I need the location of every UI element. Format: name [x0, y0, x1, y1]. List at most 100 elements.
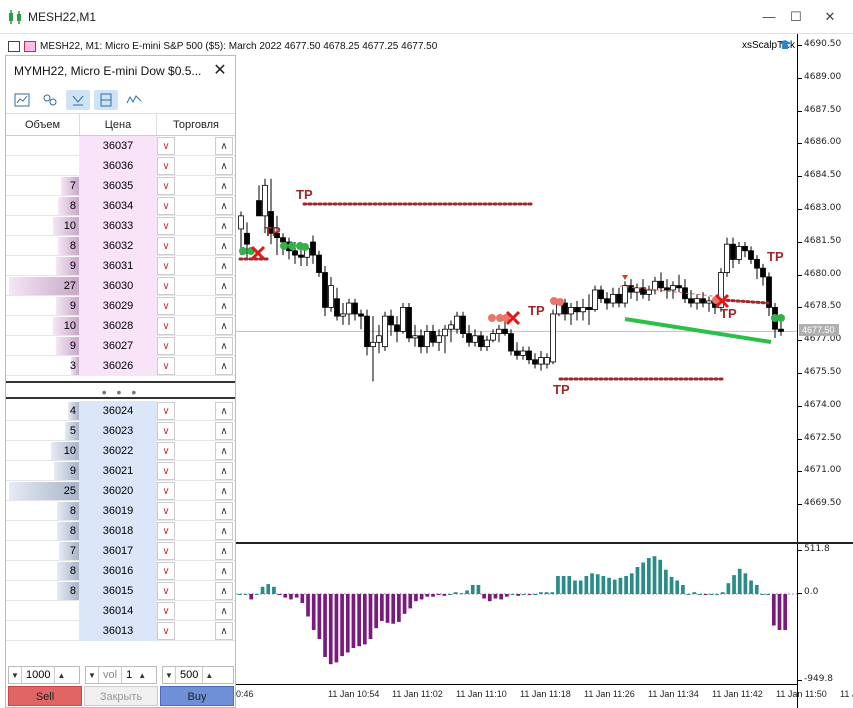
buy-arrow-icon[interactable]: ∧	[215, 277, 233, 295]
buy-arrow-icon[interactable]: ∧	[215, 317, 233, 335]
buy-arrow-icon[interactable]: ∧	[215, 337, 233, 355]
sell-arrow-icon[interactable]: ∨	[157, 502, 175, 520]
decrease-icon[interactable]: ▼	[86, 671, 98, 680]
sell-arrow-icon[interactable]: ∨	[157, 197, 175, 215]
sell-arrow-icon[interactable]: ∨	[157, 622, 175, 640]
settings-icon[interactable]	[38, 90, 62, 110]
depth-chart-icon[interactable]	[122, 90, 146, 110]
quantity-stepper[interactable]: ▼ 500 ▲	[162, 666, 234, 684]
buy-arrow-icon[interactable]: ∧	[215, 502, 233, 520]
price-cell[interactable]: 36034	[79, 196, 157, 216]
price-cell[interactable]: 36020	[79, 481, 157, 501]
sell-arrow-icon[interactable]: ∨	[157, 257, 175, 275]
order-cell[interactable]	[175, 501, 215, 520]
sell-arrow-icon[interactable]: ∨	[157, 357, 175, 375]
order-cell[interactable]	[175, 276, 215, 295]
price-cell[interactable]: 36023	[79, 421, 157, 441]
price-cell[interactable]: 36031	[79, 256, 157, 276]
sell-arrow-icon[interactable]: ∨	[157, 177, 175, 195]
buy-arrow-icon[interactable]: ∧	[215, 582, 233, 600]
order-cell[interactable]	[175, 156, 215, 175]
order-cell[interactable]	[175, 461, 215, 480]
order-cell[interactable]	[175, 196, 215, 215]
order-cell[interactable]	[175, 216, 215, 235]
price-cell[interactable]: 36014	[79, 601, 157, 621]
sell-arrow-icon[interactable]: ∨	[157, 317, 175, 335]
order-cell[interactable]	[175, 401, 215, 420]
buy-arrow-icon[interactable]: ∧	[215, 622, 233, 640]
decrease-icon[interactable]: ▼	[163, 671, 175, 680]
increase-icon[interactable]: ▲	[55, 671, 67, 680]
sell-arrow-icon[interactable]: ∨	[157, 482, 175, 500]
buy-arrow-icon[interactable]: ∧	[215, 482, 233, 500]
order-cell[interactable]	[175, 316, 215, 335]
price-cell[interactable]: 36016	[79, 561, 157, 581]
decrease-icon[interactable]: ▼	[9, 671, 21, 680]
lot-stepper[interactable]: ▼ 1000 ▲	[8, 666, 80, 684]
price-cell[interactable]: 36017	[79, 541, 157, 561]
buy-arrow-icon[interactable]: ∧	[215, 197, 233, 215]
buy-arrow-icon[interactable]: ∧	[215, 217, 233, 235]
increase-icon[interactable]: ▲	[203, 671, 215, 680]
buy-button[interactable]: Buy	[160, 686, 234, 706]
sell-arrow-icon[interactable]: ∨	[157, 157, 175, 175]
chart-icon[interactable]	[10, 90, 34, 110]
volume-value[interactable]: 1	[122, 667, 136, 683]
order-cell[interactable]	[175, 296, 215, 315]
sell-arrow-icon[interactable]: ∨	[157, 402, 175, 420]
quantity-value[interactable]: 500	[175, 667, 204, 683]
price-cell[interactable]: 36035	[79, 176, 157, 196]
buy-arrow-icon[interactable]: ∧	[215, 462, 233, 480]
sell-arrow-icon[interactable]: ∨	[157, 542, 175, 560]
price-cell[interactable]: 36029	[79, 296, 157, 316]
order-cell[interactable]	[175, 581, 215, 600]
sell-arrow-icon[interactable]: ∨	[157, 277, 175, 295]
buy-arrow-icon[interactable]: ∧	[215, 177, 233, 195]
buy-arrow-icon[interactable]: ∧	[215, 442, 233, 460]
buy-arrow-icon[interactable]: ∧	[215, 602, 233, 620]
close-position-button[interactable]: Закрыть	[84, 686, 158, 706]
sell-arrow-icon[interactable]: ∨	[157, 422, 175, 440]
price-cell[interactable]: 36027	[79, 336, 157, 356]
order-cell[interactable]	[175, 561, 215, 580]
dom-close-button[interactable]: ✕	[211, 60, 229, 80]
order-cell[interactable]	[175, 421, 215, 440]
price-cell[interactable]: 36033	[79, 216, 157, 236]
order-cell[interactable]	[175, 356, 215, 375]
price-cell[interactable]: 36032	[79, 236, 157, 256]
order-cell[interactable]	[175, 256, 215, 275]
sell-arrow-icon[interactable]: ∨	[157, 297, 175, 315]
sell-arrow-icon[interactable]: ∨	[157, 562, 175, 580]
lot-value[interactable]: 1000	[21, 667, 56, 683]
buy-arrow-icon[interactable]: ∧	[215, 137, 233, 155]
order-cell[interactable]	[175, 541, 215, 560]
buy-arrow-icon[interactable]: ∧	[215, 542, 233, 560]
sell-button[interactable]: Sell	[8, 686, 82, 706]
price-cell[interactable]: 36036	[79, 156, 157, 176]
sell-arrow-icon[interactable]: ∨	[157, 582, 175, 600]
order-cell[interactable]	[175, 136, 215, 155]
order-cell[interactable]	[175, 176, 215, 195]
price-cell[interactable]: 36019	[79, 501, 157, 521]
order-cell[interactable]	[175, 481, 215, 500]
buy-arrow-icon[interactable]: ∧	[215, 522, 233, 540]
order-cell[interactable]	[175, 601, 215, 620]
buy-arrow-icon[interactable]: ∧	[215, 297, 233, 315]
buy-arrow-icon[interactable]: ∧	[215, 562, 233, 580]
price-cell[interactable]: 36021	[79, 461, 157, 481]
order-cell[interactable]	[175, 521, 215, 540]
buy-arrow-icon[interactable]: ∧	[215, 237, 233, 255]
order-cell[interactable]	[175, 621, 215, 640]
price-cell[interactable]: 36026	[79, 356, 157, 376]
order-cell[interactable]	[175, 441, 215, 460]
sell-arrow-icon[interactable]: ∨	[157, 522, 175, 540]
sell-arrow-icon[interactable]: ∨	[157, 442, 175, 460]
buy-arrow-icon[interactable]: ∧	[215, 357, 233, 375]
buy-arrow-icon[interactable]: ∧	[215, 157, 233, 175]
price-cell[interactable]: 36022	[79, 441, 157, 461]
volume-stepper[interactable]: ▼ vol 1 ▲	[85, 666, 157, 684]
price-cell[interactable]: 36015	[79, 581, 157, 601]
price-cell[interactable]: 36028	[79, 316, 157, 336]
sell-arrow-icon[interactable]: ∨	[157, 137, 175, 155]
buy-arrow-icon[interactable]: ∧	[215, 402, 233, 420]
